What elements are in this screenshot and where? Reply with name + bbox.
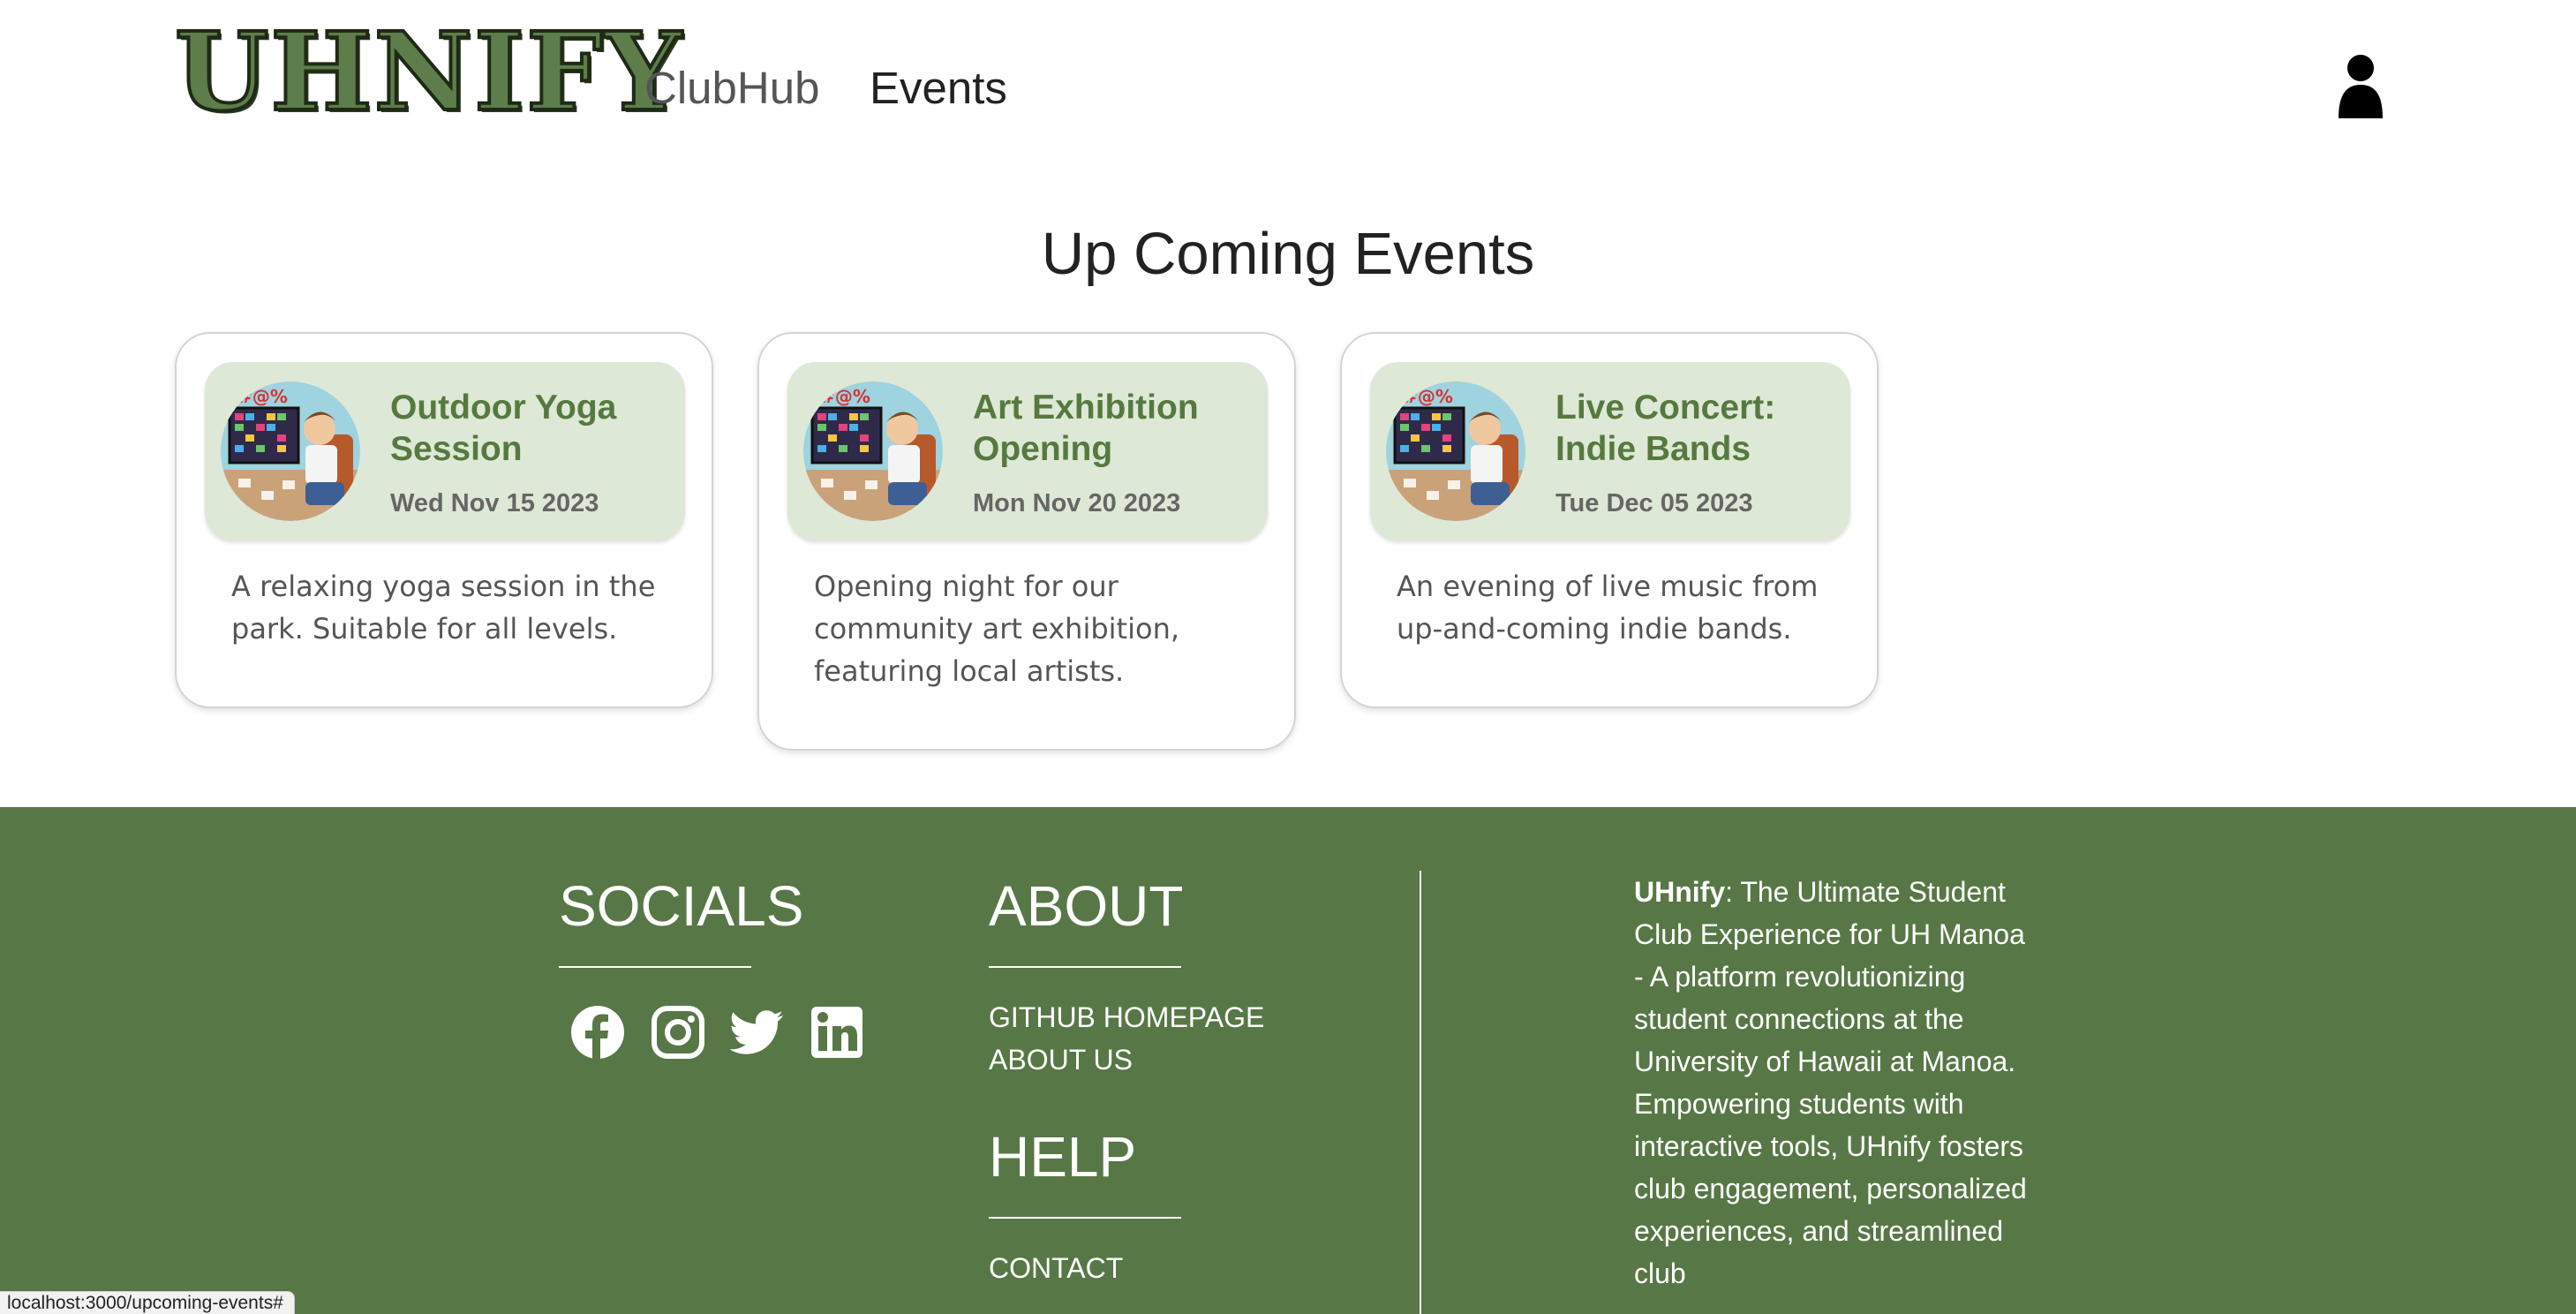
event-date: Tue Dec 05 2023 <box>1555 489 1753 517</box>
user-icon-glyph <box>2339 55 2383 118</box>
page-title: Up Coming Events <box>1041 221 1535 287</box>
event-description: A relaxing yoga session in the park. Sui… <box>231 570 656 646</box>
footer-description-text: : The Ultimate Student Club Experience f… <box>1634 876 2027 1289</box>
twitter-icon[interactable] <box>729 1005 785 1060</box>
event-card-header: Art Exhibition Opening Mon Nov 20 2023 <box>787 362 1268 540</box>
user-icon[interactable] <box>2335 53 2386 118</box>
event-description: An evening of live music from up-and-com… <box>1397 570 1819 646</box>
help-divider <box>989 1217 1181 1219</box>
help-heading: HELP <box>989 1125 1137 1189</box>
facebook-icon[interactable] <box>570 1005 625 1060</box>
navbar: UHNIFY ClubHub Events <box>0 0 2576 177</box>
about-us-link[interactable]: ABOUT US <box>989 1038 1133 1081</box>
event-card[interactable]: Outdoor Yoga Session Wed Nov 15 2023 A r… <box>175 332 713 708</box>
nav-link-events[interactable]: Events <box>870 55 1007 122</box>
socials-heading: SOCIALS <box>559 874 804 938</box>
uhnify-logo[interactable]: UHNIFY <box>173 16 683 127</box>
event-card[interactable]: Live Concert: Indie Bands Tue Dec 05 202… <box>1340 332 1879 708</box>
event-date: Wed Nov 15 2023 <box>390 489 599 517</box>
footer-description: UHnify: The Ultimate Student Club Experi… <box>1634 871 2031 1295</box>
linkedin-icon[interactable] <box>810 1005 864 1060</box>
event-title: Live Concert: Indie Bands <box>1555 389 1776 468</box>
event-card[interactable]: Art Exhibition Opening Mon Nov 20 2023 O… <box>757 332 1296 751</box>
event-card-header: Live Concert: Indie Bands Tue Dec 05 202… <box>1370 362 1850 540</box>
nav-link-clubhub[interactable]: ClubHub <box>644 55 819 122</box>
event-description: Opening night for our community art exhi… <box>814 570 1180 688</box>
event-avatar <box>803 381 943 521</box>
event-card-header: Outdoor Yoga Session Wed Nov 15 2023 <box>205 362 685 540</box>
about-heading: ABOUT <box>989 874 1184 938</box>
event-title: Outdoor Yoga Session <box>390 389 617 468</box>
event-avatar <box>1386 381 1525 521</box>
footer: SOCIALS ABOUT GITHUB HOMEPAGE ABOUT US H… <box>0 807 2576 1314</box>
footer-vertical-divider <box>1420 871 1421 1314</box>
event-date: Mon Nov 20 2023 <box>973 489 1181 517</box>
browser-status-url: localhost:3000/upcoming-events# <box>0 1291 295 1314</box>
event-title: Art Exhibition Opening <box>973 389 1199 468</box>
about-divider <box>989 966 1181 968</box>
github-homepage-link[interactable]: GITHUB HOMEPAGE <box>989 996 1264 1038</box>
instagram-icon[interactable] <box>651 1005 705 1060</box>
footer-brand: UHnify <box>1634 876 1726 908</box>
socials-divider <box>559 966 751 968</box>
contact-link[interactable]: CONTACT <box>989 1247 1123 1289</box>
event-avatar <box>221 381 360 521</box>
